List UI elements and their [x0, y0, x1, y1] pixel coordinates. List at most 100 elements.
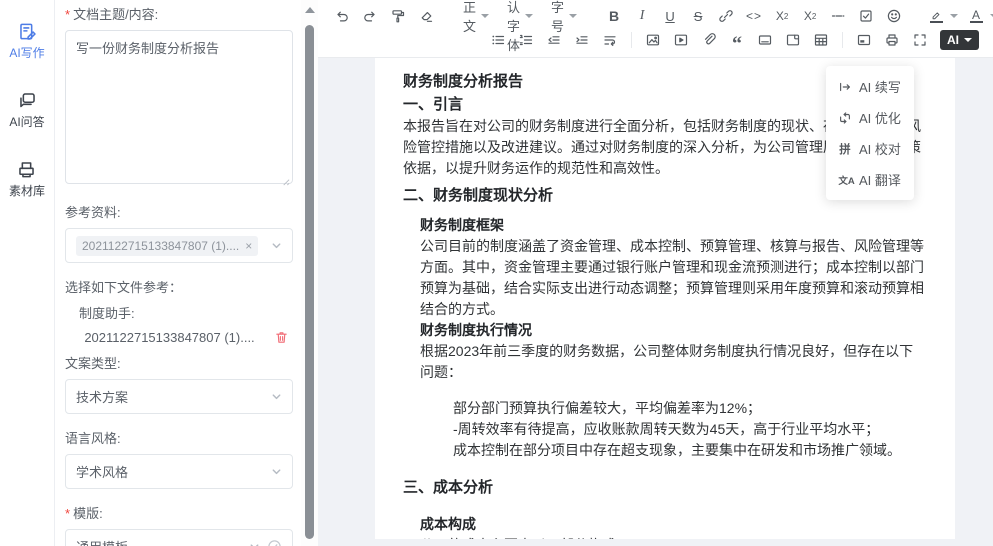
emoji-button[interactable]	[883, 5, 905, 27]
menu-item-ai-optimize[interactable]: AI 优化	[826, 102, 914, 133]
resize-grip-icon[interactable]	[281, 177, 290, 186]
panel-scrollbar[interactable]	[301, 0, 318, 546]
chat-icon	[18, 91, 37, 110]
editor-pane: 正文 默认字体 字号 B I U S <> X2 X2 A	[318, 0, 993, 546]
strikethrough-button[interactable]: S	[687, 5, 709, 27]
doc-heading-cost: 三、成本分析	[403, 477, 927, 498]
divider-block-button[interactable]	[754, 29, 776, 51]
insert-table-button[interactable]	[810, 29, 832, 51]
library-icon	[17, 160, 36, 179]
chevron-down-icon	[271, 466, 282, 477]
ordered-list-button[interactable]	[515, 29, 537, 51]
template-label: *模版:	[65, 503, 293, 522]
caret-down-icon	[569, 14, 577, 18]
link-button[interactable]	[715, 5, 737, 27]
remove-tag-icon[interactable]: ×	[245, 239, 252, 253]
blockquote-button[interactable]: “	[726, 29, 748, 51]
ai-tools-menu: AI 续写 AI 优化 拼 AI 校对 文A AI 翻译	[826, 66, 914, 200]
app-window: AI写作 AI问答 素材库 *文档主题/内容: 写一份财务制度分析报告 参考资料…	[0, 0, 993, 546]
template-value: 通用模板	[76, 537, 249, 546]
toolbar-divider	[842, 32, 843, 48]
underline-button[interactable]: U	[659, 5, 681, 27]
font-family-dropdown[interactable]: 默认字体	[501, 5, 539, 27]
attachment-button[interactable]	[698, 29, 720, 51]
left-nav-rail: AI写作 AI问答 素材库	[0, 0, 55, 546]
superscript-button[interactable]: X2	[799, 5, 821, 27]
insert-image-button[interactable]	[642, 29, 664, 51]
nav-item-ai-writing[interactable]: AI写作	[9, 22, 44, 61]
scroll-up-arrow-icon[interactable]	[305, 7, 315, 13]
doc-issue-item: 成本控制在部分项目中存在超支现象，主要集中在研发和市场推广领域。	[453, 440, 927, 461]
delete-file-icon[interactable]	[274, 330, 289, 345]
nav-item-material-library[interactable]: 素材库	[9, 160, 45, 199]
nav-label: AI问答	[9, 113, 44, 130]
required-marker: *	[65, 506, 70, 521]
doc-issue-item: -周转效率有待提高，应收账款周转天数为45天，高于行业平均水平；	[453, 419, 927, 440]
font-size-dropdown[interactable]: 字号	[545, 5, 583, 27]
clear-format-button[interactable]	[415, 5, 437, 27]
required-marker: *	[65, 7, 70, 22]
doc-paragraph-execution: 根据2023年前三季度的财务数据，公司整体财务制度执行情况良好，但存在以下问题：	[420, 341, 927, 383]
ai-tools-button[interactable]: AI	[940, 30, 979, 50]
toolbar-row-2: “ AI	[484, 28, 985, 52]
file-section-label: 选择如下文件参考：	[65, 277, 293, 296]
highlight-color-button[interactable]	[925, 5, 947, 27]
chevron-down-icon	[271, 391, 282, 402]
print-button[interactable]	[881, 29, 903, 51]
code-button[interactable]: <>	[743, 5, 765, 27]
menu-item-ai-proofread[interactable]: 拼 AI 校对	[826, 133, 914, 164]
fullscreen-button[interactable]	[909, 29, 931, 51]
paragraph-style-dropdown[interactable]: 正文	[457, 5, 495, 27]
reference-file-tag: 2021122715133847807 (1).... ×	[76, 236, 258, 256]
language-style-value: 学术风格	[76, 462, 271, 481]
copy-type-label: 文案类型:	[65, 353, 293, 372]
menu-item-ai-continue[interactable]: AI 续写	[826, 71, 914, 102]
toolbar-divider	[631, 32, 632, 48]
indent-button[interactable]	[571, 29, 593, 51]
bold-button[interactable]: B	[603, 5, 625, 27]
ai-continue-icon	[838, 80, 852, 94]
reference-file-row: 2021122715133847807 (1)....	[65, 330, 293, 345]
redo-button[interactable]	[359, 5, 381, 27]
bullet-list-button[interactable]	[487, 29, 509, 51]
doc-paragraph-cost: 公司的成本主要由以下部分构成：	[420, 535, 927, 539]
chevron-down-icon	[249, 541, 260, 546]
outdent-button[interactable]	[543, 29, 565, 51]
insert-video-button[interactable]	[670, 29, 692, 51]
subscript-button[interactable]: X2	[771, 5, 793, 27]
reference-label: 参考资料:	[65, 202, 293, 221]
doc-paragraph-framework: 公司目前的制度涵盖了资金管理、成本控制、预算管理、核算与报告、风险管理等方面。其…	[420, 236, 927, 320]
format-painter-button[interactable]	[387, 5, 409, 27]
font-color-bar	[970, 21, 983, 23]
scrollbar-thumb[interactable]	[305, 25, 314, 539]
code-block-button[interactable]	[782, 29, 804, 51]
horizontal-rule-button[interactable]	[827, 5, 849, 27]
line-break-button[interactable]	[599, 29, 621, 51]
highlight-color-bar	[930, 21, 943, 23]
toolbar-row-1: 正文 默认字体 字号 B I U S <> X2 X2 A	[328, 4, 985, 28]
caret-down-icon	[964, 38, 972, 42]
undo-button[interactable]	[331, 5, 353, 27]
checkbox-button[interactable]	[855, 5, 877, 27]
copy-type-value: 技术方案	[76, 387, 271, 406]
editor-toolbar: 正文 默认字体 字号 B I U S <> X2 X2 A	[318, 0, 993, 58]
doc-heading-execution: 财务制度执行情况	[420, 320, 927, 341]
reference-file-name: 2021122715133847807 (1)....	[65, 330, 274, 345]
italic-button[interactable]: I	[631, 5, 653, 27]
doc-issue-item: 部分部门预算执行偏差较大，平均偏差率为12%；	[453, 398, 927, 419]
page-preview-button[interactable]	[853, 29, 875, 51]
reference-select[interactable]: 2021122715133847807 (1).... ×	[65, 228, 293, 263]
template-select[interactable]: 通用模板	[65, 529, 293, 546]
font-color-button[interactable]: A	[965, 5, 987, 27]
caret-down-icon	[481, 14, 489, 18]
topic-input[interactable]: 写一份财务制度分析报告	[65, 30, 293, 184]
ai-optimize-icon	[838, 111, 852, 125]
language-style-select[interactable]: 学术风格	[65, 454, 293, 489]
caret-down-icon[interactable]	[950, 14, 958, 18]
copy-type-select[interactable]: 技术方案	[65, 379, 293, 414]
nav-item-ai-qa[interactable]: AI问答	[9, 91, 44, 130]
nav-label: 素材库	[9, 182, 45, 199]
nav-label: AI写作	[9, 44, 44, 61]
menu-item-ai-translate[interactable]: 文A AI 翻译	[826, 164, 914, 195]
doc-heading-framework: 财务制度框架	[420, 215, 927, 236]
